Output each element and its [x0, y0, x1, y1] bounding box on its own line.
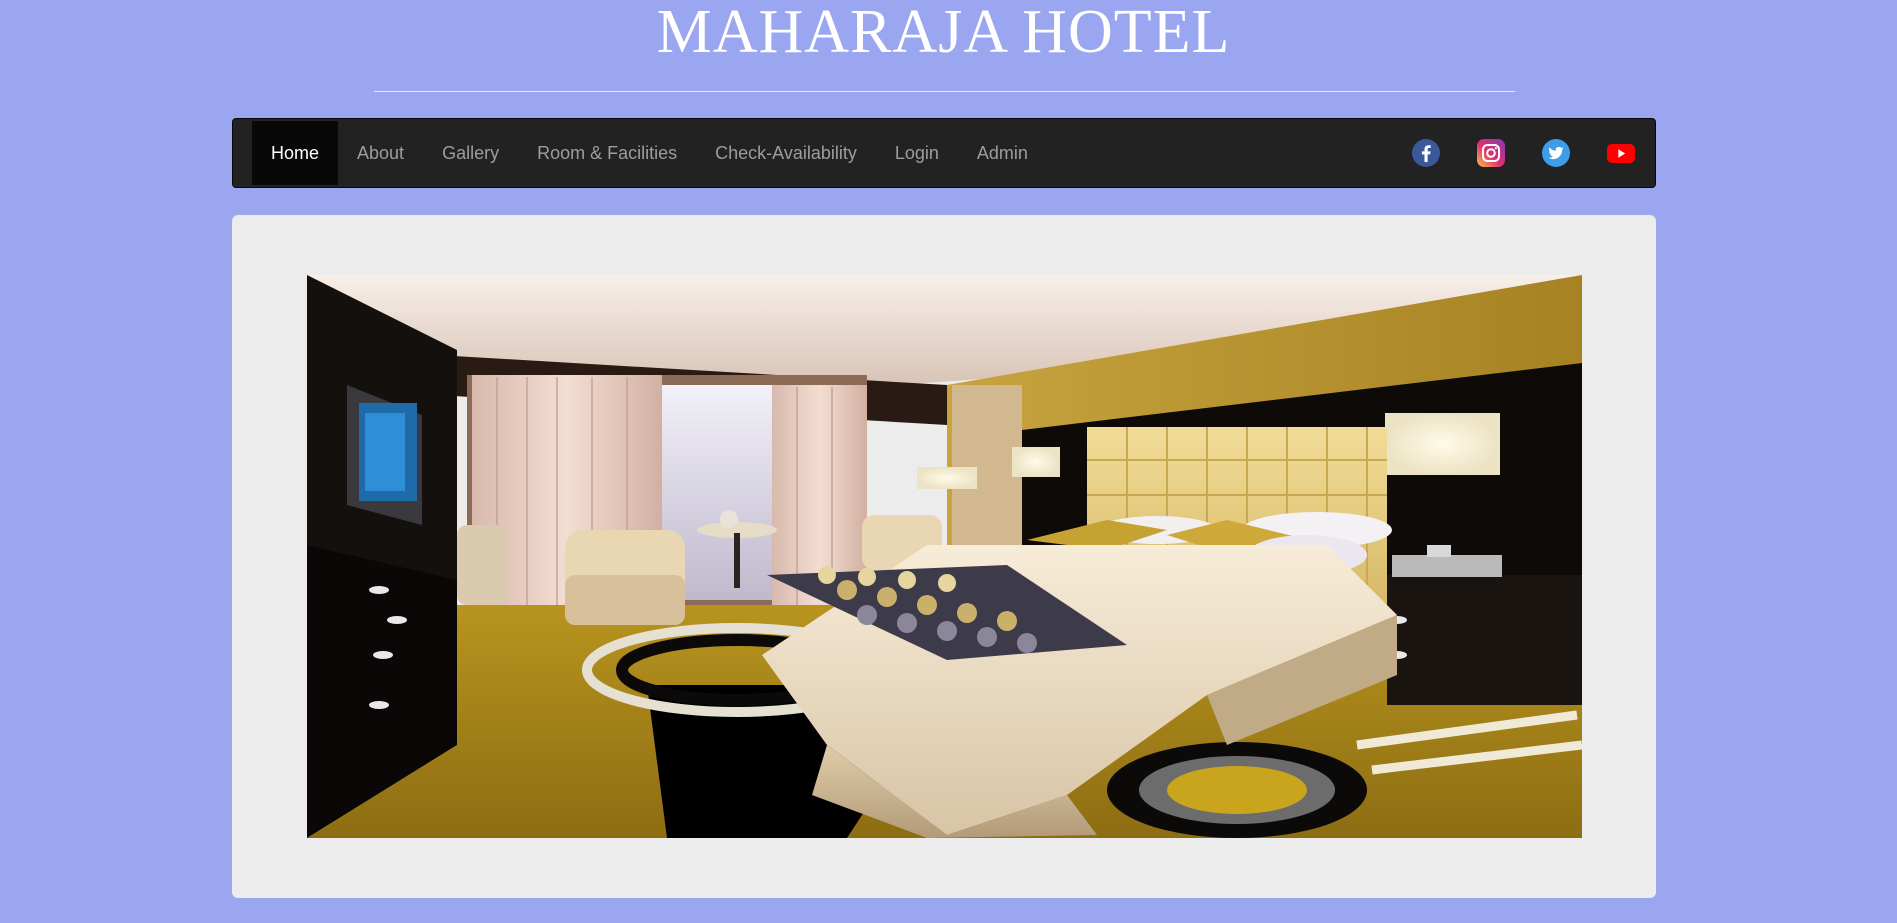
nav-item-login[interactable]: Login — [876, 121, 958, 185]
hotel-room-photo — [307, 275, 1582, 838]
main-navbar: Home About Gallery Room & Facilities Che… — [232, 118, 1656, 188]
youtube-icon[interactable] — [1606, 138, 1636, 168]
twitter-icon[interactable] — [1541, 138, 1571, 168]
nav-item-about[interactable]: About — [338, 121, 423, 185]
nav-item-room-facilities[interactable]: Room & Facilities — [518, 121, 696, 185]
nav-menu: Home About Gallery Room & Facilities Che… — [252, 119, 1047, 187]
nav-item-admin[interactable]: Admin — [958, 121, 1047, 185]
facebook-icon[interactable] — [1411, 138, 1441, 168]
nav-item-home[interactable]: Home — [252, 121, 339, 185]
nav-item-check-availability[interactable]: Check-Availability — [696, 121, 876, 185]
site-title: MAHARAJA HOTEL — [656, 0, 1231, 66]
title-divider — [374, 91, 1515, 92]
content-card — [232, 215, 1656, 898]
hero-room-image — [307, 275, 1582, 838]
nav-item-gallery[interactable]: Gallery — [423, 121, 518, 185]
instagram-icon[interactable] — [1476, 138, 1506, 168]
